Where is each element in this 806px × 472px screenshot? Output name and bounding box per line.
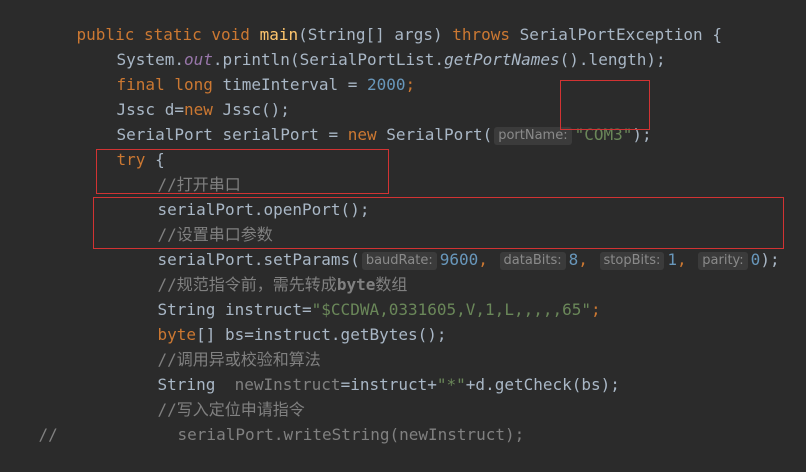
keyword: new [347, 125, 387, 144]
code-line-newinstruct: String newInstruct=instruct+"*"+d.getChe… [119, 347, 620, 394]
code-text: =instruct+ [340, 375, 437, 394]
parameter-hint: stopBits: [599, 252, 665, 270]
code-line-interval: final long timeInterval = 2000; [78, 47, 416, 94]
number-literal: 9600 [439, 250, 479, 269]
code-line-println: System.out.println(SerialPortList.getPor… [78, 22, 666, 69]
number-literal: 0 [750, 250, 761, 269]
comment-line: //调用异或校验和算法 [119, 322, 321, 369]
number-literal: 1 [667, 250, 677, 269]
code-line-main: public static void main(String[] args) t… [38, 0, 722, 44]
semicolon: ; [405, 75, 416, 94]
code-line-bytes: byte[] bs=instruct.getBytes(); [119, 297, 447, 344]
code-line-jssc: Jssc d=new Jssc(); [78, 72, 290, 119]
comma: , [677, 250, 697, 269]
highlight-box-com3 [560, 80, 650, 130]
commented-out-code: serialPort.writeString(newInstruct); [139, 397, 525, 444]
code-text: ().length); [559, 50, 666, 69]
code-text: SerialPort( [386, 125, 493, 144]
highlight-box-setparams [93, 197, 784, 249]
number-literal: 8 [568, 250, 579, 269]
comment-line: //写入定位申请指令 [119, 372, 305, 419]
parameter-hint: dataBits: [499, 252, 566, 270]
static-method: getPortNames [444, 50, 560, 69]
code-text: serialPort.writeString(newInstruct); [177, 425, 525, 444]
line-comment-marker: // [38, 425, 58, 444]
number-literal: 2000 [367, 75, 406, 94]
semicolon: ; [591, 300, 601, 319]
code-line-try: try { [78, 122, 165, 169]
code-editor[interactable]: public static void main(String[] args) t… [0, 0, 806, 444]
comment-line: //规范指令前，需先转成byte数组 [119, 247, 408, 294]
code-line-instruct: String instruct="$CCDWA,0331605,V,1,L,,,… [119, 272, 601, 319]
comma: , [478, 250, 498, 269]
parameter-hint: parity: [698, 252, 748, 270]
commented-out-line: // [0, 397, 58, 444]
string-literal: "*" [436, 375, 466, 394]
comma: , [578, 250, 598, 269]
highlight-box-openport [96, 149, 389, 194]
code-text: +d.getCheck(bs); [465, 375, 620, 394]
code-text: ); [760, 250, 780, 269]
